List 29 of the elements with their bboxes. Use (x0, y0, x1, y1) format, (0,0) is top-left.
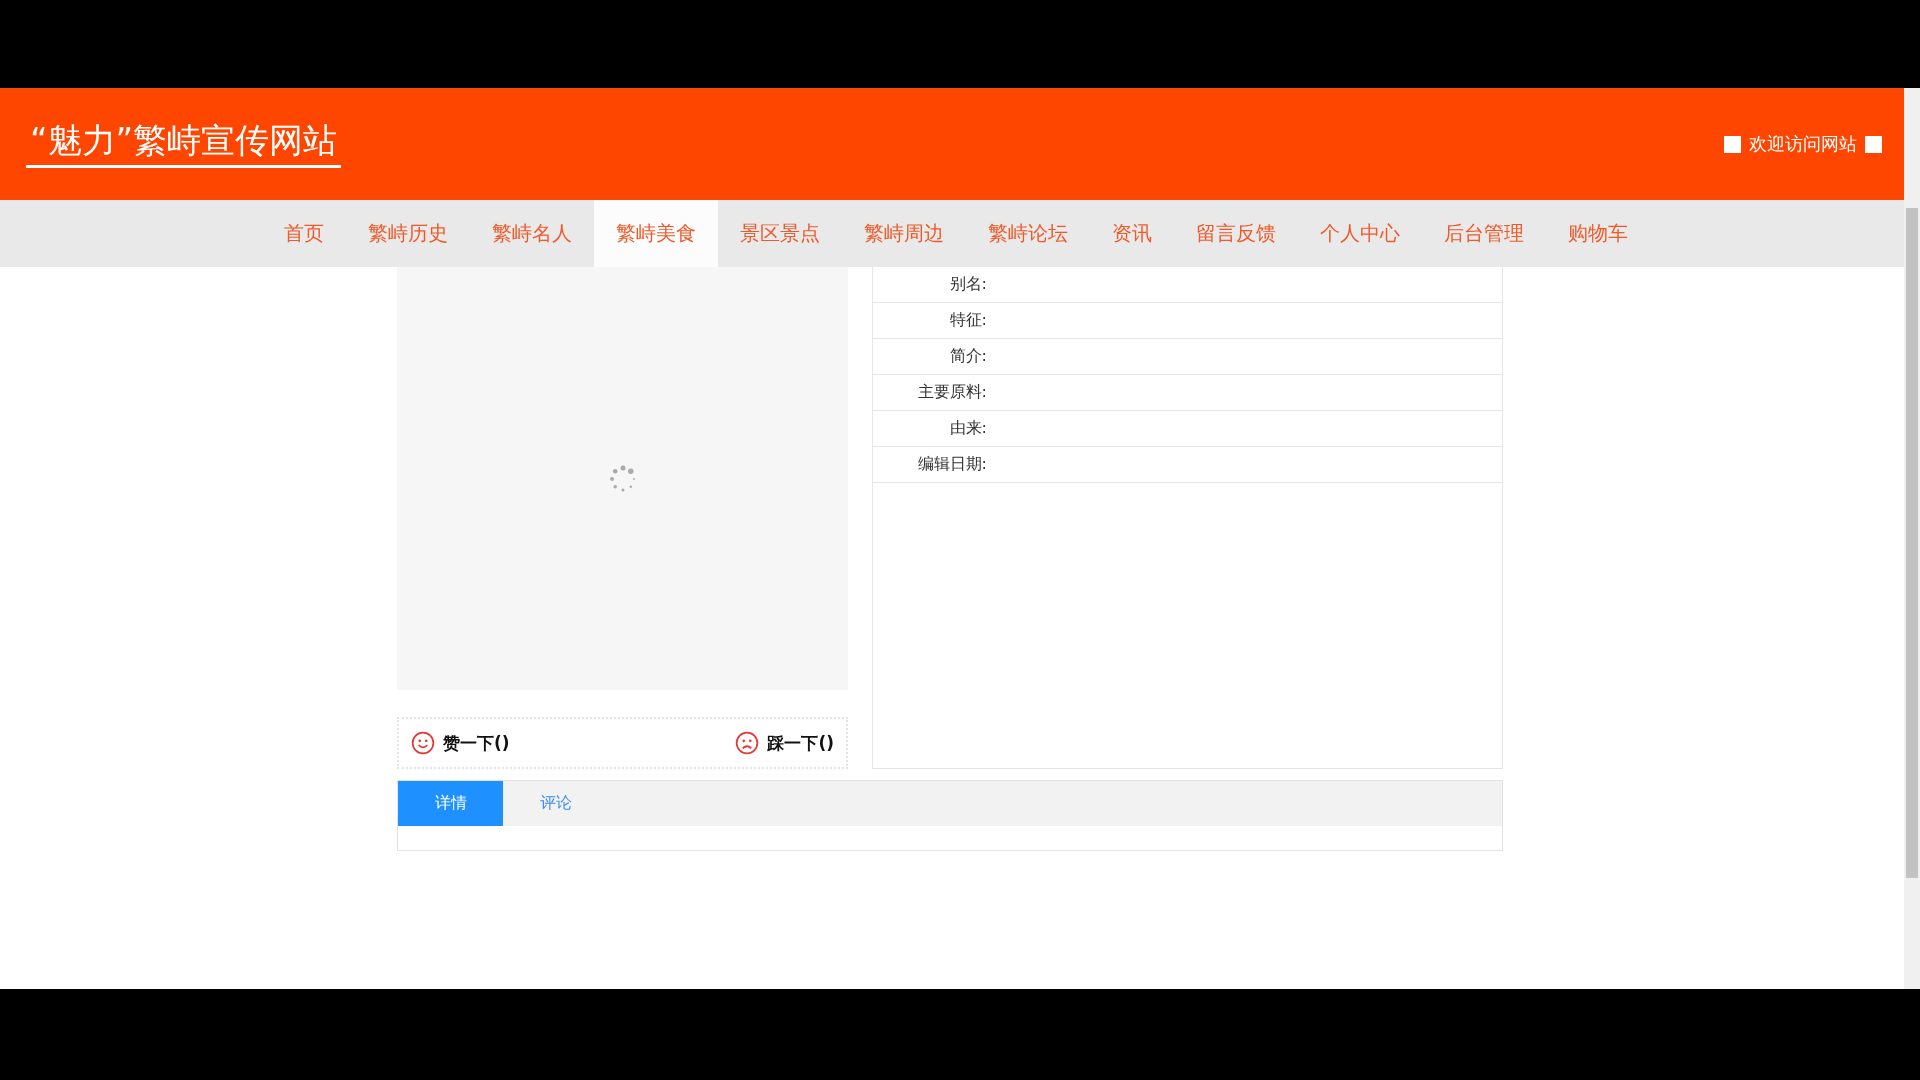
dislike-button[interactable]: 踩一下() (735, 731, 834, 755)
field-label: 简介: (948, 346, 987, 367)
square-icon (1865, 135, 1882, 153)
field-label: 特征: (948, 310, 987, 331)
like-button[interactable]: 赞一下() (411, 731, 510, 755)
field-label: 编辑日期: (916, 454, 987, 475)
site-title: “魅力”繁峙宣传网站 (26, 120, 342, 168)
tab[interactable]: 详情 (398, 781, 503, 826)
nav-item[interactable]: 留言反馈 (1174, 200, 1298, 267)
field-label: 主要原料: (916, 382, 987, 403)
nav-item[interactable]: 景区景点 (718, 200, 842, 267)
nav-item[interactable]: 繁峙美食 (594, 200, 718, 267)
square-icon (1724, 135, 1741, 153)
nav-item[interactable]: 繁峙历史 (346, 200, 470, 267)
smiley-icon (411, 731, 435, 755)
scrollbar[interactable] (1904, 88, 1920, 989)
nav-item[interactable]: 个人中心 (1298, 200, 1422, 267)
nav-item[interactable]: 繁峙论坛 (966, 200, 1090, 267)
nav-item[interactable]: 繁峙周边 (842, 200, 966, 267)
tab[interactable]: 评论 (503, 781, 608, 826)
nav-item[interactable]: 购物车 (1546, 200, 1650, 267)
nav-item[interactable]: 资讯 (1090, 200, 1174, 267)
welcome-text: 欢迎访问网站 (1749, 132, 1857, 156)
nav-item[interactable]: 首页 (262, 200, 346, 267)
nav-item[interactable]: 后台管理 (1422, 200, 1546, 267)
sad-face-icon (735, 731, 760, 755)
field-label: 由来: (948, 418, 987, 439)
nav-item[interactable]: 繁峙名人 (470, 200, 594, 267)
field-label: 别名: (948, 274, 987, 295)
